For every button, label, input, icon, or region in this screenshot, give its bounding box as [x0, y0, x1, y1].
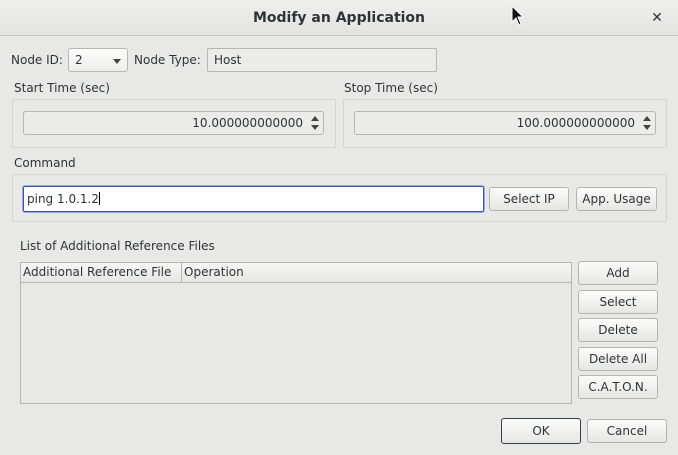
window-title: Modify an Application [252, 10, 426, 26]
start-time-spinner[interactable]: 10.000000000000 [23, 111, 324, 135]
spin-down-icon[interactable] [311, 125, 319, 130]
command-label: Command [14, 156, 76, 170]
command-panel: ping 1.0.1.2 Select IP App. Usage [12, 174, 667, 222]
column-header-operation[interactable]: Operation [181, 263, 571, 282]
select-ip-button[interactable]: Select IP [489, 187, 569, 211]
node-id-select[interactable]: 2 [68, 48, 128, 72]
add-button[interactable]: Add [578, 261, 658, 285]
column-header-file[interactable]: Additional Reference File [21, 263, 181, 282]
spin-up-icon[interactable] [643, 116, 651, 121]
node-type-label: Node Type: [134, 53, 201, 67]
node-id-label: Node ID: [11, 53, 63, 67]
chevron-down-icon [113, 59, 121, 64]
mouse-pointer-icon [511, 5, 525, 26]
start-time-value: 10.000000000000 [192, 116, 303, 130]
select-button[interactable]: Select [578, 290, 658, 314]
reference-files-table[interactable]: Additional Reference File Operation [20, 262, 572, 404]
caton-button[interactable]: C.A.T.O.N. [578, 375, 658, 399]
stop-time-value: 100.000000000000 [516, 116, 635, 130]
close-icon[interactable]: ✕ [648, 9, 666, 27]
stop-time-label: Stop Time (sec) [344, 81, 438, 95]
spinner-buttons[interactable] [309, 113, 321, 133]
table-header: Additional Reference File Operation [21, 263, 571, 283]
node-id-value: 2 [75, 53, 83, 67]
reference-files-label: List of Additional Reference Files [20, 239, 215, 253]
node-type-field: Host [207, 48, 437, 72]
spin-down-icon[interactable] [643, 125, 651, 130]
delete-all-button[interactable]: Delete All [578, 347, 658, 371]
cancel-button[interactable]: Cancel [587, 419, 667, 443]
start-time-panel: 10.000000000000 [12, 99, 336, 148]
spinner-buttons[interactable] [641, 113, 653, 133]
text-caret [98, 192, 100, 205]
start-time-label: Start Time (sec) [14, 81, 110, 95]
ok-button[interactable]: OK [501, 418, 581, 444]
delete-button[interactable]: Delete [578, 318, 658, 342]
stop-time-spinner[interactable]: 100.000000000000 [354, 111, 656, 135]
spin-up-icon[interactable] [311, 116, 319, 121]
command-input[interactable]: ping 1.0.1.2 [22, 185, 485, 213]
stop-time-panel: 100.000000000000 [343, 99, 667, 148]
command-value: ping 1.0.1.2 [27, 192, 99, 206]
title-bar: Modify an Application ✕ [0, 0, 678, 36]
app-usage-button[interactable]: App. Usage [576, 187, 657, 211]
